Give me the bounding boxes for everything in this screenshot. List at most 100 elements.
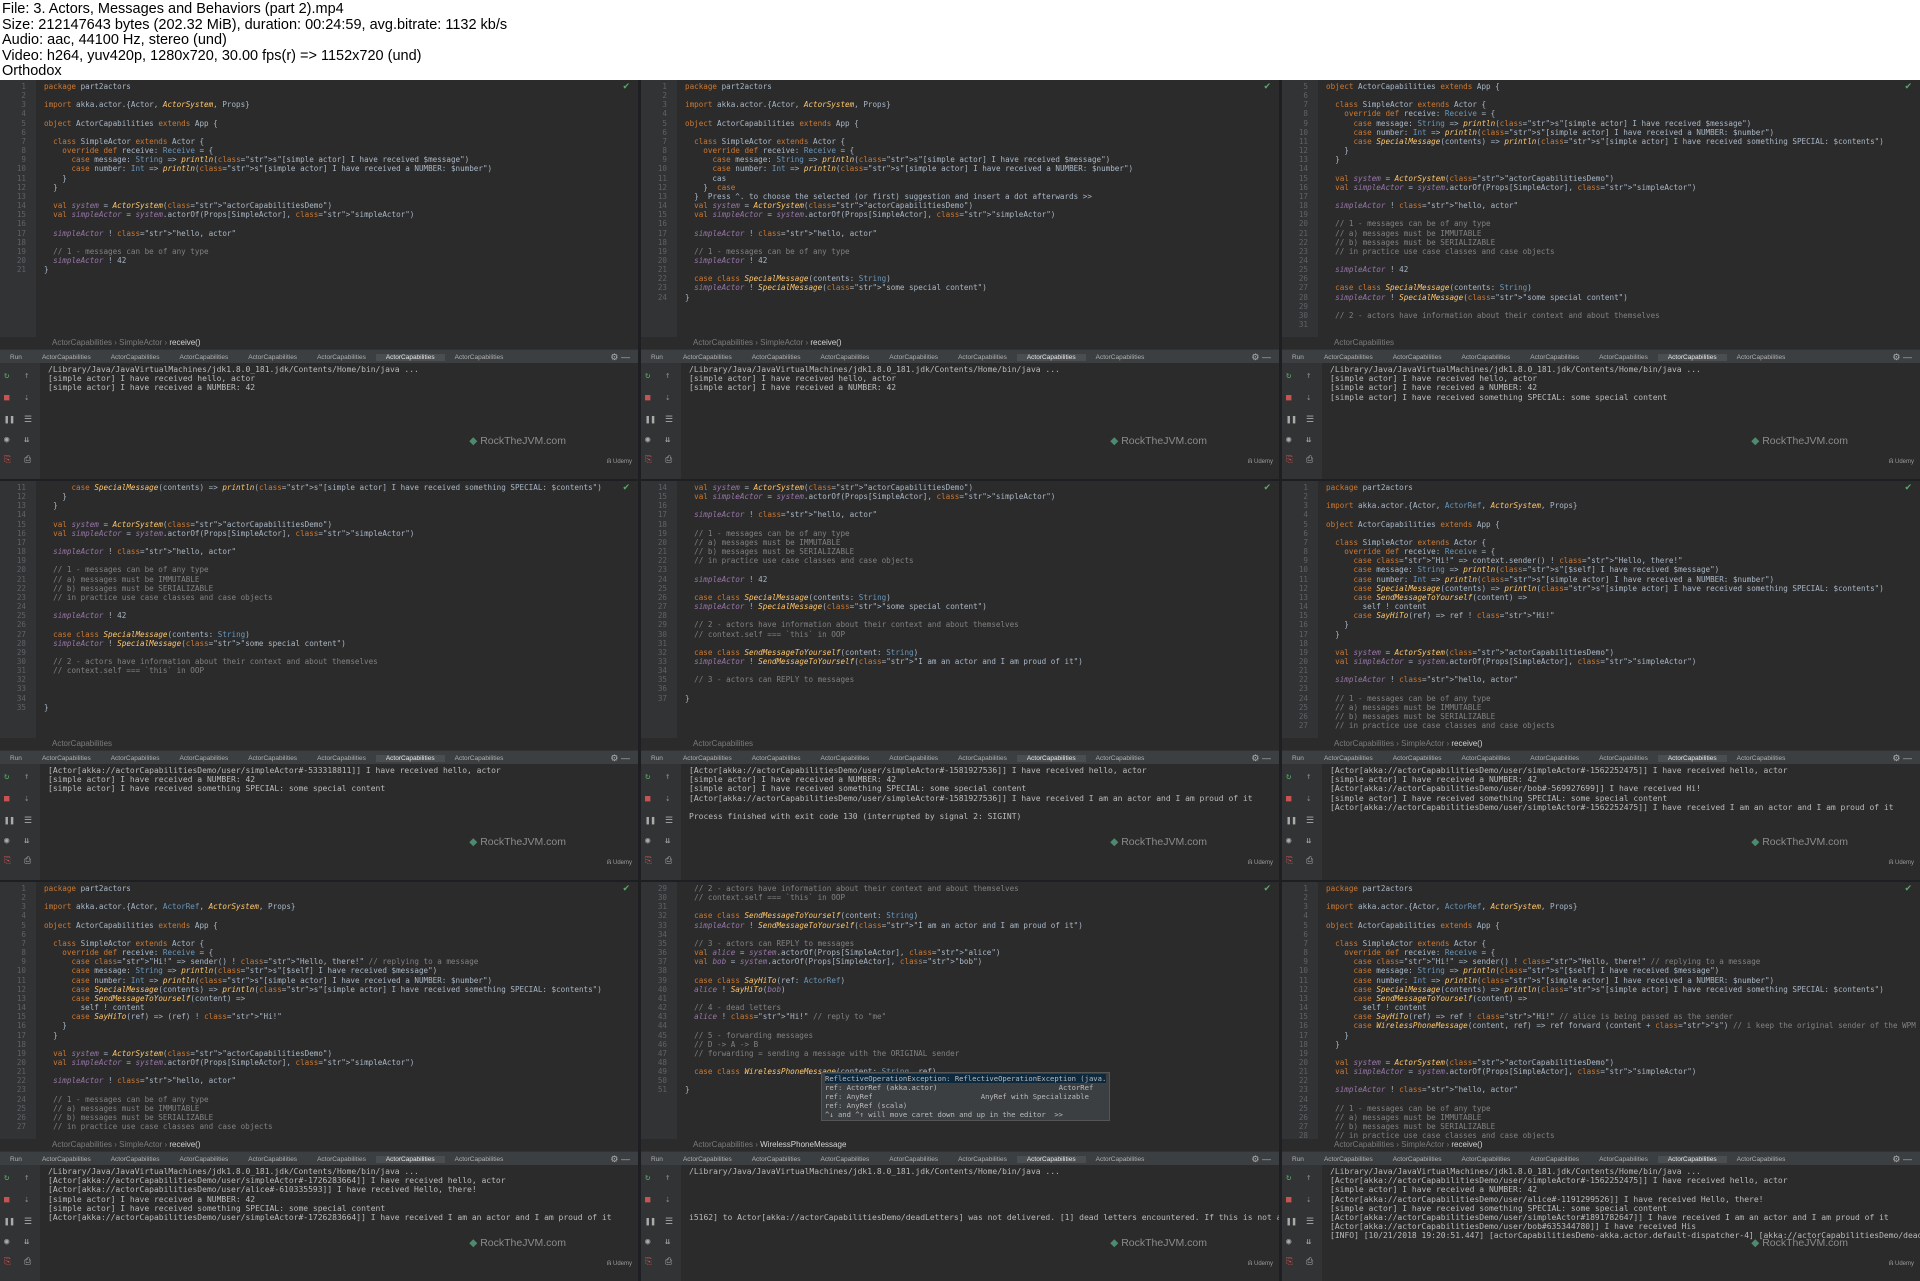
run-tab[interactable]: ActorCapabilities [375, 754, 445, 762]
run-tab[interactable]: ActorCapabilities [948, 354, 1017, 361]
breadcrumb-item[interactable]: receive() [1451, 1140, 1482, 1149]
scroll-icon[interactable]: ⇣ [1306, 794, 1311, 804]
run-tab[interactable]: ActorCapabilities [811, 755, 880, 762]
breadcrumb-item[interactable]: SimpleActor [1401, 739, 1444, 748]
run-tab[interactable]: ActorCapabilities [238, 1156, 307, 1163]
soft-wrap-icon[interactable]: ☰ [665, 816, 673, 826]
dump-threads-icon[interactable]: ⎘ [4, 455, 11, 465]
camera-icon[interactable]: ◉ [1286, 1237, 1291, 1247]
breadcrumb[interactable]: ActorCapabilities [1282, 337, 1920, 349]
run-tab[interactable]: ActorCapabilities [1657, 353, 1727, 361]
scroll-to-end-icon[interactable]: ⇊ [24, 435, 29, 445]
breadcrumb-item[interactable]: receive() [169, 338, 200, 347]
breadcrumb[interactable]: ActorCapabilities › SimpleActor › receiv… [0, 1139, 638, 1151]
scroll-icon[interactable]: ⇣ [24, 393, 29, 403]
breadcrumb-item[interactable]: ActorCapabilities [693, 338, 753, 347]
dump-threads-icon[interactable]: ⎘ [4, 856, 11, 866]
run-tab[interactable]: ActorCapabilities [879, 755, 948, 762]
breadcrumb-item[interactable]: ActorCapabilities [52, 338, 112, 347]
soft-wrap-icon[interactable]: ☰ [1306, 816, 1314, 826]
run-tab[interactable]: ActorCapabilities [742, 354, 811, 361]
rerun-icon[interactable]: ↻ [1286, 371, 1291, 381]
print-icon[interactable]: ⎙ [1306, 455, 1313, 465]
print-icon[interactable]: ⎙ [24, 1257, 31, 1267]
run-tab[interactable]: ActorCapabilities [445, 354, 514, 361]
up-icon[interactable]: ↑ [1306, 1173, 1311, 1183]
run-tab[interactable]: ActorCapabilities [1657, 754, 1727, 762]
up-icon[interactable]: ↑ [24, 371, 29, 381]
run-tab[interactable]: ActorCapabilities [1086, 354, 1155, 361]
breadcrumb-item[interactable]: ActorCapabilities [52, 739, 112, 748]
stop-icon[interactable]: ■ [1286, 1195, 1291, 1205]
rerun-icon[interactable]: ↻ [4, 371, 9, 381]
run-tab[interactable]: ActorCapabilities [1086, 755, 1155, 762]
code-editor[interactable]: ✔ 11 case SpecialMessage(contents) => pri… [0, 481, 638, 738]
rerun-icon[interactable]: ↻ [645, 371, 650, 381]
breadcrumb[interactable]: ActorCapabilities › SimpleActor › receiv… [0, 337, 638, 349]
up-icon[interactable]: ↑ [1306, 371, 1311, 381]
run-tab[interactable]: ActorCapabilities [1086, 1156, 1155, 1163]
gear-icon[interactable]: ⚙ — [1892, 1154, 1912, 1165]
dump-threads-icon[interactable]: ⎘ [4, 1257, 11, 1267]
run-tab[interactable]: ActorCapabilities [673, 354, 742, 361]
print-icon[interactable]: ⎙ [24, 455, 31, 465]
camera-icon[interactable]: ◉ [4, 836, 9, 846]
run-tab[interactable]: ActorCapabilities [1314, 354, 1383, 361]
run-tab[interactable]: ActorCapabilities [1383, 1156, 1452, 1163]
run-tab[interactable]: ActorCapabilities [1452, 755, 1521, 762]
rerun-icon[interactable]: ↻ [645, 1173, 650, 1183]
scroll-to-end-icon[interactable]: ⇊ [1306, 1237, 1311, 1247]
run-tab[interactable]: ActorCapabilities [742, 755, 811, 762]
breadcrumb-item[interactable]: ActorCapabilities [52, 1140, 112, 1149]
scroll-to-end-icon[interactable]: ⇊ [24, 1237, 29, 1247]
breadcrumb[interactable]: ActorCapabilities › WirelessPhoneMessage [641, 1139, 1279, 1151]
breadcrumb[interactable]: ActorCapabilities [0, 738, 638, 750]
pause-icon[interactable]: ❚❚ [645, 816, 656, 826]
run-tab[interactable]: ActorCapabilities [445, 755, 514, 762]
print-icon[interactable]: ⎙ [665, 455, 672, 465]
run-tab[interactable]: ActorCapabilities [1727, 755, 1796, 762]
print-icon[interactable]: ⎙ [665, 856, 672, 866]
run-tab[interactable]: ActorCapabilities [673, 1156, 742, 1163]
run-tab[interactable]: ActorCapabilities [1314, 755, 1383, 762]
run-tab[interactable]: ActorCapabilities [1383, 755, 1452, 762]
run-tab[interactable]: ActorCapabilities [1383, 354, 1452, 361]
breadcrumb-item[interactable]: ActorCapabilities [1334, 739, 1394, 748]
autocomplete-item[interactable]: ReflectiveOperationException: Reflective… [825, 1074, 1107, 1083]
run-tab[interactable]: ActorCapabilities [811, 354, 880, 361]
pause-icon[interactable]: ❚❚ [1286, 816, 1297, 826]
run-tab[interactable]: ActorCapabilities [238, 354, 307, 361]
breadcrumb-item[interactable]: receive() [810, 338, 841, 347]
rerun-icon[interactable]: ↻ [4, 1173, 9, 1183]
code-editor[interactable]: ✔ 1 package part2actors 2 3 import akka.actor… [0, 882, 638, 1139]
run-tab[interactable]: ActorCapabilities [879, 354, 948, 361]
breadcrumb-item[interactable]: receive() [1451, 739, 1482, 748]
stop-icon[interactable]: ■ [645, 794, 650, 804]
rerun-icon[interactable]: ↻ [1286, 1173, 1291, 1183]
up-icon[interactable]: ↑ [24, 772, 29, 782]
soft-wrap-icon[interactable]: ☰ [1306, 1217, 1314, 1227]
scroll-to-end-icon[interactable]: ⇊ [665, 435, 670, 445]
breadcrumb[interactable]: ActorCapabilities › SimpleActor › receiv… [1282, 738, 1920, 750]
run-tab[interactable]: ActorCapabilities [32, 354, 101, 361]
breadcrumb-item[interactable]: SimpleActor [119, 338, 162, 347]
code-editor[interactable]: ✔ 1 package part2actors 2 3 import akka.actor… [0, 80, 638, 337]
breadcrumb-item[interactable]: SimpleActor [760, 338, 803, 347]
code-editor[interactable]: ✔ 29 // 2 - actors have information about… [641, 882, 1279, 1139]
run-tab[interactable]: ActorCapabilities [375, 1155, 445, 1163]
code-editor[interactable]: ✔ 1 package part2actors 2 3 import akka.actor… [641, 80, 1279, 337]
camera-icon[interactable]: ◉ [645, 836, 650, 846]
scroll-icon[interactable]: ⇣ [1306, 393, 1311, 403]
gear-icon[interactable]: ⚙ — [610, 753, 630, 764]
breadcrumb-item[interactable]: SimpleActor [119, 1140, 162, 1149]
print-icon[interactable]: ⎙ [1306, 856, 1313, 866]
run-tab[interactable]: ActorCapabilities [1657, 1155, 1727, 1163]
scroll-to-end-icon[interactable]: ⇊ [1306, 836, 1311, 846]
run-tab[interactable]: ActorCapabilities [1520, 755, 1589, 762]
breadcrumb-item[interactable]: WirelessPhoneMessage [760, 1140, 846, 1149]
scroll-to-end-icon[interactable]: ⇊ [1306, 435, 1311, 445]
up-icon[interactable]: ↑ [665, 371, 670, 381]
up-icon[interactable]: ↑ [1306, 772, 1311, 782]
camera-icon[interactable]: ◉ [1286, 836, 1291, 846]
up-icon[interactable]: ↑ [665, 772, 670, 782]
